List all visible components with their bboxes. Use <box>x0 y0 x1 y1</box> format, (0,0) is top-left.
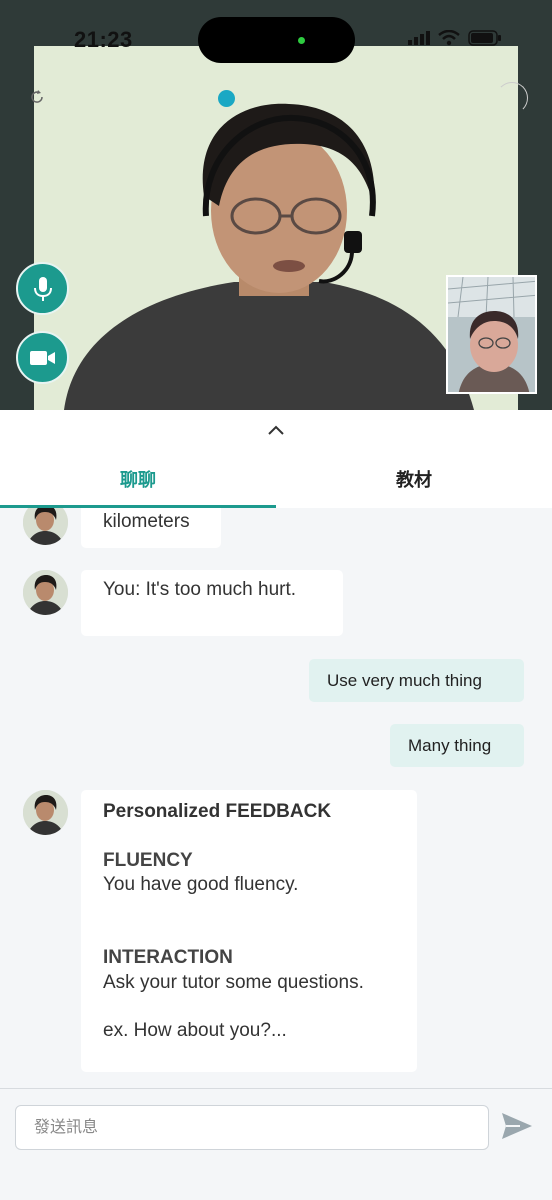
wifi-icon <box>438 30 460 46</box>
recording-indicator <box>218 90 235 107</box>
microphone-button[interactable] <box>16 262 69 315</box>
self-video-feed[interactable] <box>446 275 537 394</box>
camera-button[interactable] <box>16 331 69 384</box>
interaction-text: Ask your tutor some questions. <box>103 971 364 993</box>
tutor-message: kilometers <box>81 508 221 548</box>
video-camera-icon <box>29 350 55 365</box>
tutor-avatar <box>23 508 68 545</box>
tutor-message: You: It's too much hurt. <box>81 570 343 636</box>
send-button[interactable] <box>500 1111 536 1145</box>
chat-messages[interactable]: kilometers You: It's too much hurt. Use … <box>0 508 552 1088</box>
signal-icon <box>408 31 430 45</box>
message-input[interactable] <box>15 1105 489 1150</box>
feedback-title: Personalized FEEDBACK <box>103 801 332 822</box>
tutor-avatar <box>23 790 68 835</box>
tutor-avatar <box>23 570 68 615</box>
panel-handle[interactable] <box>0 410 552 450</box>
send-icon <box>502 1113 532 1139</box>
example-text: ex. How about you?... <box>103 1020 287 1042</box>
fluency-text: You have good fluency. <box>103 874 299 896</box>
feedback-message: Personalized FEEDBACK FLUENCY You have g… <box>81 790 417 1072</box>
battery-icon <box>468 30 501 46</box>
camera-indicator-dot <box>298 37 305 44</box>
user-message: Many thing <box>390 724 524 767</box>
status-icons <box>408 30 502 46</box>
tab-chat[interactable]: 聊聊 <box>0 450 276 508</box>
video-call-area: 21:23 <box>0 0 552 410</box>
user-message: Use very much thing <box>309 659 524 702</box>
rotate-icon[interactable] <box>30 90 44 109</box>
fluency-heading: FLUENCY <box>103 849 193 871</box>
message-input-bar <box>0 1088 552 1200</box>
tab-bar: 聊聊 教材 <box>0 450 552 508</box>
status-time: 21:23 <box>74 27 133 52</box>
interaction-heading: INTERACTION <box>103 947 233 969</box>
tab-materials[interactable]: 教材 <box>276 450 552 508</box>
dynamic-island <box>198 17 355 63</box>
chevron-up-icon[interactable] <box>268 425 284 435</box>
microphone-icon <box>33 276 52 301</box>
overlay-ring <box>496 82 528 114</box>
